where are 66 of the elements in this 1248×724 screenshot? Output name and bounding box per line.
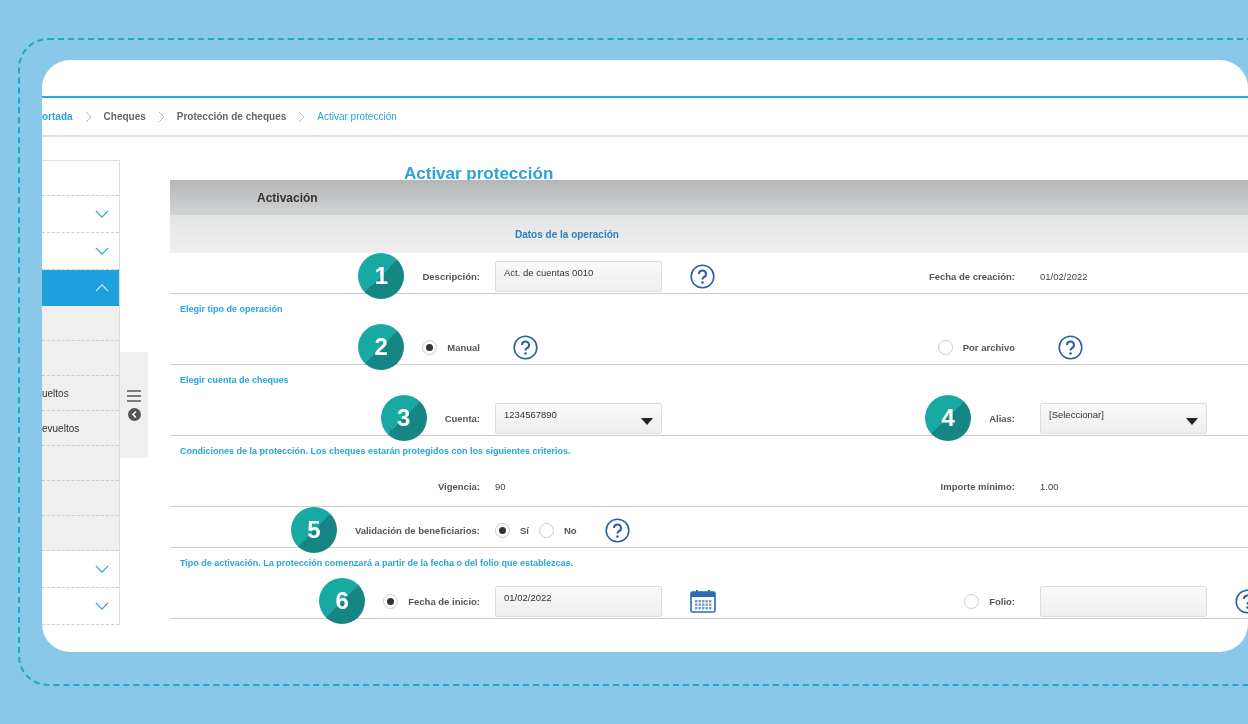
breadcrumb-link[interactable]: Protección de cheques [176,111,287,122]
radio-button[interactable] [383,593,399,609]
chevron-left-icon [127,407,141,421]
chevron-right-icon [157,110,165,123]
number-badge: 2 [358,324,405,370]
radio-button[interactable] [495,522,510,538]
number-badge: 3 [380,395,427,441]
input-field[interactable] [1040,585,1207,617]
field-label: No [564,524,577,536]
calendar-icon[interactable] [690,589,716,613]
chevron-down-icon [95,210,109,218]
sidebar-item[interactable] [42,516,119,551]
field-label: Importe mínimo: [940,480,1015,492]
section-title: Tipo de activación. La protección comenzará a partir de la fecha o del folio que establezcas. [180,558,573,568]
menu-icon [127,389,141,402]
number-badge: 4 [925,395,972,441]
section-title: Elegir tipo de operación [180,304,283,314]
radio-button[interactable] [422,339,438,355]
help-icon[interactable] [604,517,630,543]
sidebar-item[interactable] [42,306,119,341]
chevron-down-icon [95,602,109,610]
field-value: 1.00 [1040,480,1059,492]
field-label: Alias: [989,412,1015,424]
subsection-header: Datos de la operación [170,215,1248,253]
field-value: 90 [495,480,506,492]
field-label: Fecha de creación: [928,270,1015,282]
field-label: Vigencia: [437,480,480,492]
help-icon[interactable] [513,334,538,360]
field-label: Descripción: [422,270,480,282]
caret-icon [641,417,653,425]
chevron-right-icon [298,110,306,123]
dropdown[interactable]: [Seleccionar] [1040,402,1207,434]
dropdown[interactable]: 1234567890 [495,402,662,434]
field-label: Cuenta: [444,412,480,424]
field-value: 01/02/2022 [1040,270,1088,282]
section-title: Elegir cuenta de cheques [180,375,289,385]
input-field[interactable]: Act. de cuentas 0010 [495,260,662,292]
radio-button[interactable] [937,339,953,355]
field-label: Folio: [989,595,1015,607]
chevron-right-icon [84,110,92,123]
number-badge: 5 [290,507,337,553]
field-label: Manual [447,341,480,353]
radio-button[interactable] [539,522,554,538]
breadcrumb-link[interactable]: Cheques [103,111,146,122]
sidebar-item[interactable]: ueltos [42,376,119,411]
sidebar-toggle[interactable] [120,352,148,458]
input-field[interactable]: 01/02/2022 [495,585,662,617]
number-badge: 6 [319,578,366,624]
help-icon[interactable] [1058,334,1083,360]
field-label: Por archivo [962,341,1015,353]
sidebar-item[interactable] [42,270,119,306]
field-label: Sí [520,524,529,536]
sidebar-item[interactable]: evueltos [42,411,119,446]
chevron-down-icon [95,247,109,255]
field-label: Fecha de inicio: [408,595,480,607]
chevron-down-icon [95,565,109,573]
help-icon[interactable] [690,263,715,289]
section-title: Condiciones de la protección. Los cheques estarán protegidos con los siguientes criterios. [180,446,571,456]
caret-icon [1186,417,1198,425]
chevron-up-icon [95,284,109,292]
sidebar-item[interactable] [42,481,119,516]
field-label: Validación de beneficiarios: [354,524,480,536]
number-badge: 1 [358,253,405,299]
page-title: Activar protección [404,164,554,183]
radio-button[interactable] [964,593,980,609]
section-header: Activación [170,180,1248,215]
